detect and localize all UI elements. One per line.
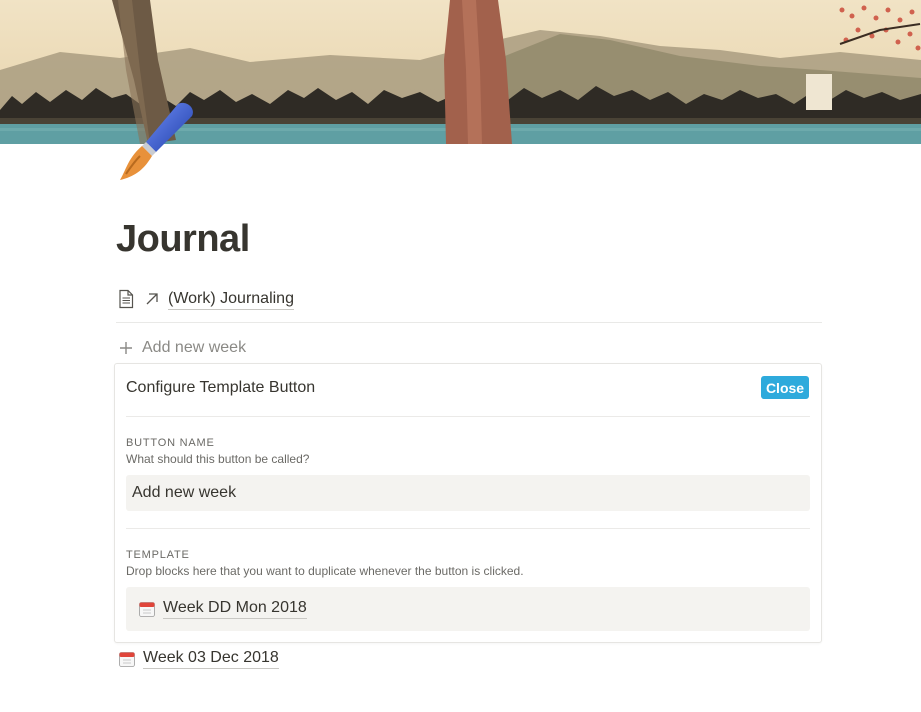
add-new-week-label: Add new week — [142, 339, 247, 356]
button-name-input[interactable]: Add new week — [126, 475, 810, 511]
arrow-up-right-icon — [144, 291, 160, 307]
week-entry-title[interactable]: Week 03 Dec 2018 — [143, 648, 279, 669]
page-title: Journal — [116, 218, 250, 260]
linked-page-title[interactable]: (Work) Journaling — [168, 289, 294, 310]
calendar-icon — [118, 650, 136, 668]
divider — [126, 528, 810, 529]
configure-template-panel: Configure Template Button Close BUTTON N… — [114, 363, 822, 643]
button-name-help: What should this button be called? — [126, 452, 310, 466]
add-new-week-button[interactable]: Add new week — [118, 337, 246, 359]
panel-title: Configure Template Button — [126, 379, 316, 396]
document-icon — [117, 289, 135, 309]
template-drop-area[interactable]: Week DD Mon 2018 — [126, 587, 810, 631]
paintbrush-icon[interactable] — [116, 100, 198, 182]
template-label: TEMPLATE — [126, 549, 190, 561]
button-name-label: BUTTON NAME — [126, 437, 215, 449]
linked-page-link[interactable]: (Work) Journaling — [116, 287, 294, 311]
close-button[interactable]: Close — [761, 376, 809, 399]
template-block[interactable]: Week DD Mon 2018 — [138, 598, 307, 619]
divider — [116, 322, 822, 323]
template-help: Drop blocks here that you want to duplic… — [126, 564, 524, 578]
plus-icon — [118, 340, 134, 356]
week-entry-link[interactable]: Week 03 Dec 2018 — [118, 648, 279, 669]
template-block-title[interactable]: Week DD Mon 2018 — [163, 598, 307, 619]
calendar-icon — [138, 600, 156, 618]
divider — [126, 416, 810, 417]
